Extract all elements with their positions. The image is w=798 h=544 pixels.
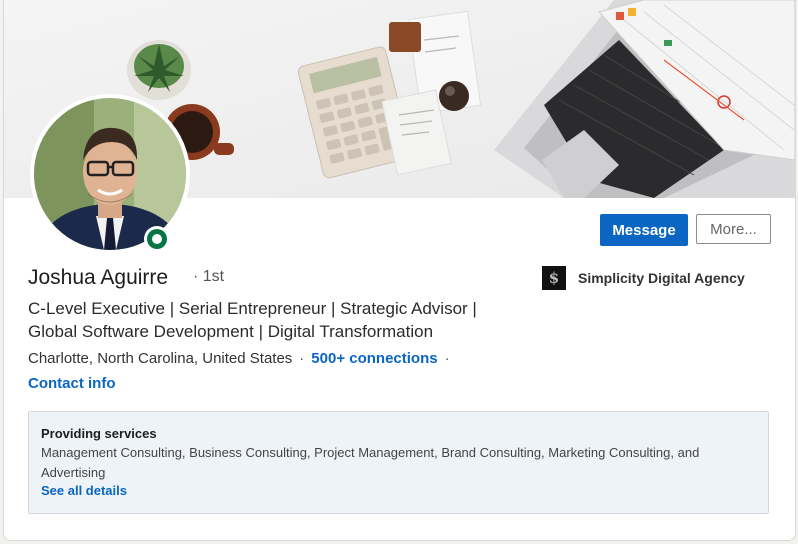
profile-name: Joshua Aguirre (28, 266, 169, 289)
more-button[interactable]: More... (696, 214, 771, 244)
current-company[interactable]: $ Simplicity Digital Agency (542, 266, 745, 290)
connection-degree: · 1st (193, 268, 225, 285)
wood-block-decoration (389, 22, 421, 52)
providing-services-box: Providing services Management Consulting… (28, 411, 769, 514)
online-status-indicator (144, 226, 170, 252)
company-name[interactable]: Simplicity Digital Agency (578, 270, 745, 286)
location-line: Charlotte, North Carolina, United States… (28, 350, 457, 367)
profile-headline: C-Level Executive | Serial Entrepreneur … (28, 299, 477, 341)
stamp-decoration (439, 81, 469, 111)
profile-card: Message More... Joshua Aguirre · 1st $ S… (3, 0, 796, 541)
connections-link[interactable]: 500+ connections (311, 350, 437, 367)
contact-info-link[interactable]: Contact info (28, 375, 116, 392)
see-all-details-link[interactable]: See all details (41, 483, 756, 498)
message-button[interactable]: Message (600, 214, 688, 246)
services-title: Providing services (41, 426, 157, 441)
services-list: Management Consulting, Business Consulti… (41, 445, 700, 480)
company-logo-icon: $ (542, 266, 566, 290)
separator-dot: · (444, 350, 450, 367)
separator-dot: · (299, 350, 305, 367)
profile-location: Charlotte, North Carolina, United States (28, 350, 293, 367)
plant-decoration (127, 40, 191, 100)
